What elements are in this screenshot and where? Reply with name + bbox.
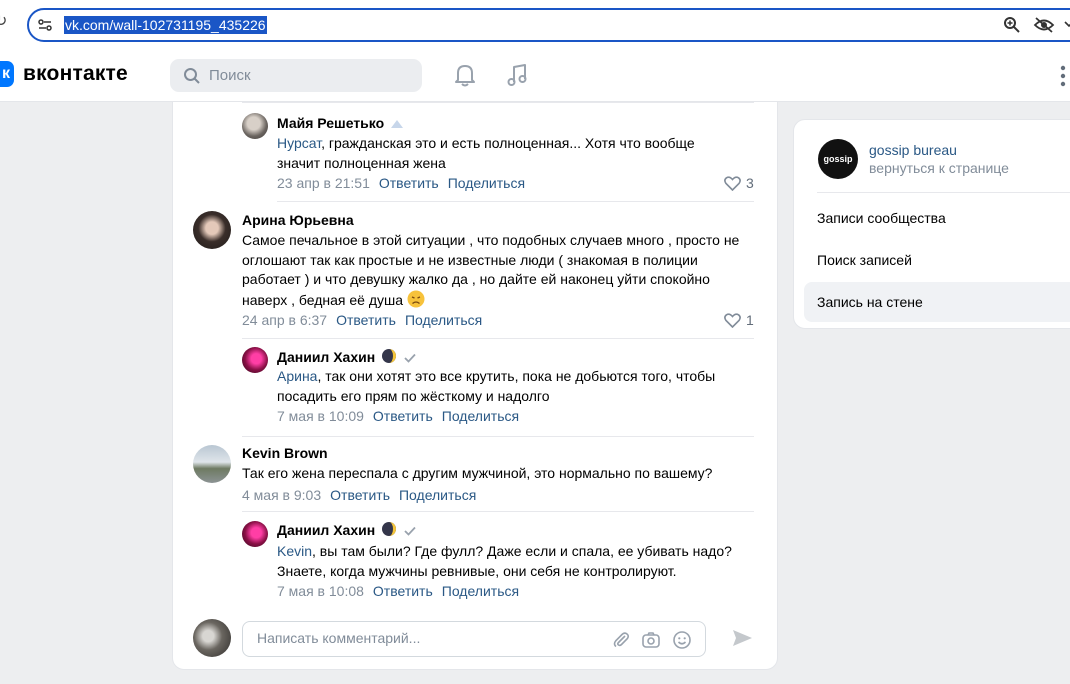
comment-meta: 7 мая в 10:08 Ответить Поделиться xyxy=(277,583,519,599)
like-button[interactable]: 1 xyxy=(724,312,754,329)
search-field[interactable]: Поиск xyxy=(170,59,422,92)
group-name-link[interactable]: gossip bureau xyxy=(869,142,957,158)
eye-off-icon[interactable] xyxy=(1033,16,1055,34)
more-vertical-icon[interactable] xyxy=(1058,64,1068,88)
check-icon xyxy=(404,353,416,363)
address-bar[interactable]: vk.com/wall-102731195_435226 xyxy=(27,8,1070,42)
site-settings-icon[interactable] xyxy=(37,17,53,33)
comment-author[interactable]: Арина Юрьевна xyxy=(242,212,354,228)
like-count: 1 xyxy=(746,312,754,328)
like-button[interactable]: 3 xyxy=(724,175,754,192)
vk-logo-icon[interactable]: к xyxy=(0,61,14,87)
comment-input[interactable]: Написать комментарий... xyxy=(242,621,706,657)
comment-text: Арина, так они хотят это все крутить, по… xyxy=(277,367,747,406)
group-logo[interactable]: gossip xyxy=(818,139,858,179)
divider xyxy=(242,102,754,103)
divider xyxy=(277,201,754,202)
bell-icon[interactable] xyxy=(453,62,477,88)
share-button[interactable]: Поделиться xyxy=(448,175,525,191)
comment-text: Нурсат, гражданская это и есть полноценн… xyxy=(277,134,737,173)
reload-icon[interactable]: ↻ xyxy=(0,14,10,30)
comment-author[interactable]: Kevin Brown xyxy=(242,445,328,461)
comment-author[interactable]: Даниил Хахин xyxy=(277,521,417,538)
reply-button[interactable]: Ответить xyxy=(336,312,396,328)
camera-icon[interactable] xyxy=(641,630,661,650)
avatar[interactable] xyxy=(242,521,268,547)
comment-author[interactable]: Майя Решетько xyxy=(277,115,404,131)
browser-toolbar: ↻ vk.com/wall-102731195_435226 xyxy=(0,0,1070,50)
comment-text: Так его жена переспала с другим мужчиной… xyxy=(242,465,713,481)
comment-date[interactable]: 4 мая в 9:03 xyxy=(242,487,321,503)
reply-button[interactable]: Ответить xyxy=(373,408,433,424)
comment-body: Самое печальное в этой ситуации , что по… xyxy=(242,232,740,308)
moon-badge-icon xyxy=(382,349,397,363)
divider xyxy=(242,436,754,437)
url-text[interactable]: vk.com/wall-102731195_435226 xyxy=(64,16,267,34)
comment-meta: 4 мая в 9:03 Ответить Поделиться xyxy=(242,487,476,503)
mention-link[interactable]: Арина xyxy=(277,368,317,384)
comment-author[interactable]: Даниил Хахин xyxy=(277,348,417,365)
divider xyxy=(242,338,754,339)
divider xyxy=(817,192,1070,193)
vk-header: к вконтакте Поиск xyxy=(0,50,1070,102)
comment-date[interactable]: 7 мая в 10:08 xyxy=(277,583,364,599)
author-name[interactable]: Майя Решетько xyxy=(277,115,384,131)
comment-date[interactable]: 24 апр в 6:37 xyxy=(242,312,327,328)
author-name[interactable]: Даниил Хахин xyxy=(277,349,375,365)
comment-body: , вы там были? Где фулл? Даже если и спа… xyxy=(277,543,732,579)
comment-date[interactable]: 7 мая в 10:09 xyxy=(277,408,364,424)
check-icon xyxy=(404,526,416,536)
avatar[interactable] xyxy=(193,445,231,483)
comment-meta: 24 апр в 6:37 Ответить Поделиться xyxy=(242,312,482,328)
current-user-avatar[interactable] xyxy=(193,619,231,657)
paperclip-icon[interactable] xyxy=(611,630,631,650)
heart-icon xyxy=(724,313,741,329)
share-button[interactable]: Поделиться xyxy=(442,583,519,599)
search-icon xyxy=(184,68,200,84)
comment-date[interactable]: 23 апр в 21:51 xyxy=(277,175,370,191)
comment-meta: 7 мая в 10:09 Ответить Поделиться xyxy=(277,408,519,424)
vk-logo-letter: к xyxy=(1,65,10,82)
share-button[interactable]: Поделиться xyxy=(405,312,482,328)
vk-wordmark[interactable]: вконтакте xyxy=(23,62,128,86)
reply-button[interactable]: Ответить xyxy=(379,175,439,191)
back-to-page-link[interactable]: вернуться к странице xyxy=(869,160,1009,176)
divider xyxy=(242,511,754,512)
author-name[interactable]: Даниил Хахин xyxy=(277,522,375,538)
avatar[interactable] xyxy=(242,347,268,373)
avatar[interactable] xyxy=(242,113,268,139)
sad-emoji-icon xyxy=(407,290,425,307)
mention-link[interactable]: Нурсат xyxy=(277,135,321,151)
comment-body: , гражданская это и есть полноценная... … xyxy=(277,135,695,171)
heart-icon xyxy=(724,176,741,192)
music-icon[interactable] xyxy=(505,62,529,88)
right-panel: gossip gossip bureau вернуться к страниц… xyxy=(793,119,1070,329)
like-count: 3 xyxy=(746,175,754,191)
emoji-icon[interactable] xyxy=(672,630,692,650)
comment-body: , так они хотят это все крутить, пока не… xyxy=(277,368,716,404)
comment-meta: 23 апр в 21:51 Ответить Поделиться xyxy=(277,175,525,191)
mention-link[interactable]: Kevin xyxy=(277,543,312,559)
comment-text: Kevin, вы там были? Где фулл? Даже если … xyxy=(277,542,747,581)
menu-search-posts[interactable]: Поиск записей xyxy=(804,240,1070,280)
moon-badge-icon xyxy=(382,522,397,536)
reply-button[interactable]: Ответить xyxy=(373,583,433,599)
share-button[interactable]: Поделиться xyxy=(399,487,476,503)
chevron-down-icon[interactable] xyxy=(1063,19,1070,29)
search-placeholder: Поиск xyxy=(209,67,251,84)
share-button[interactable]: Поделиться xyxy=(442,408,519,424)
menu-wall-post[interactable]: Запись на стене xyxy=(804,282,1070,322)
avatar[interactable] xyxy=(193,211,231,249)
zoom-icon[interactable] xyxy=(1003,16,1021,34)
comment-placeholder: Написать комментарий... xyxy=(257,630,421,646)
menu-community-posts[interactable]: Записи сообщества xyxy=(804,198,1070,238)
send-icon[interactable] xyxy=(731,627,753,649)
reply-button[interactable]: Ответить xyxy=(330,487,390,503)
comment-text: Самое печальное в этой ситуации , что по… xyxy=(242,231,757,310)
snow-badge-icon xyxy=(391,120,404,128)
